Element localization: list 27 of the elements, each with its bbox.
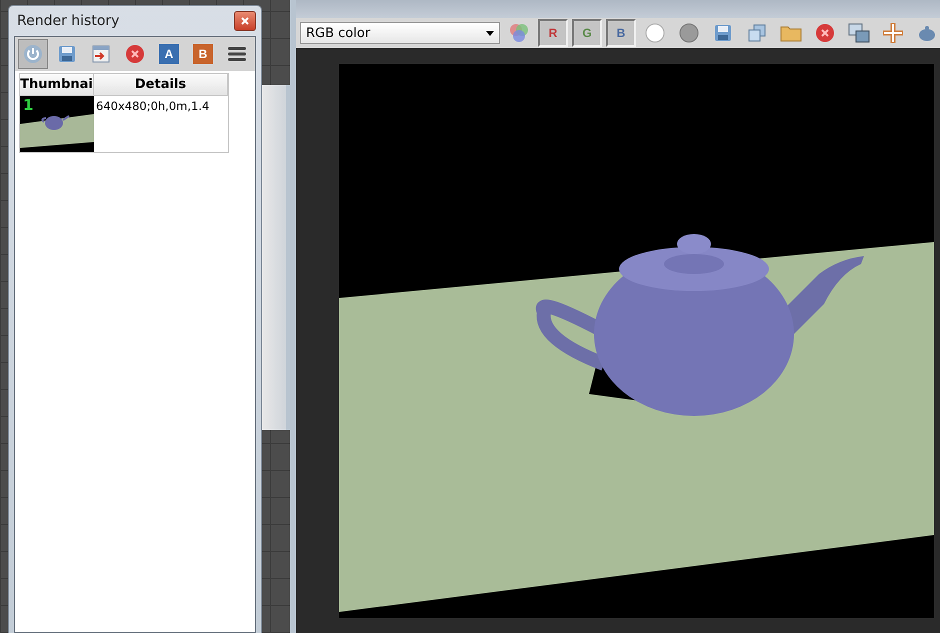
close-icon — [241, 17, 249, 25]
close-icon — [125, 44, 145, 64]
close-button[interactable] — [234, 11, 256, 31]
teapot-icon — [916, 23, 938, 43]
toolbar-button[interactable]: B — [188, 39, 218, 69]
render-thumbnail[interactable]: 1 — [20, 96, 94, 152]
cross-arrows-icon — [882, 22, 904, 44]
circle-icon — [679, 23, 699, 43]
windows-icon — [848, 23, 870, 43]
render-number: 1 — [23, 96, 34, 114]
toolbar-button[interactable] — [18, 39, 48, 69]
table-cell-text: 640x480;0h,0m,1.4 — [95, 98, 210, 115]
channel-toggle[interactable]: B — [606, 19, 636, 47]
toolbar-button[interactable]: A — [154, 39, 184, 69]
column-header[interactable]: Thumbnai — [20, 74, 94, 96]
power-icon — [23, 44, 43, 64]
column-header[interactable]: Details — [94, 74, 228, 96]
color-circles-icon — [508, 22, 530, 44]
copy-icon — [747, 23, 767, 43]
menu-icon — [227, 46, 247, 62]
window-title: Render history — [16, 13, 120, 29]
folder-icon — [780, 24, 802, 42]
close-icon — [815, 23, 835, 43]
channel-toggle[interactable]: R — [538, 19, 568, 47]
circle-icon — [645, 23, 665, 43]
caret-icon — [486, 30, 494, 36]
channel-select[interactable]: RGB color — [300, 22, 500, 44]
